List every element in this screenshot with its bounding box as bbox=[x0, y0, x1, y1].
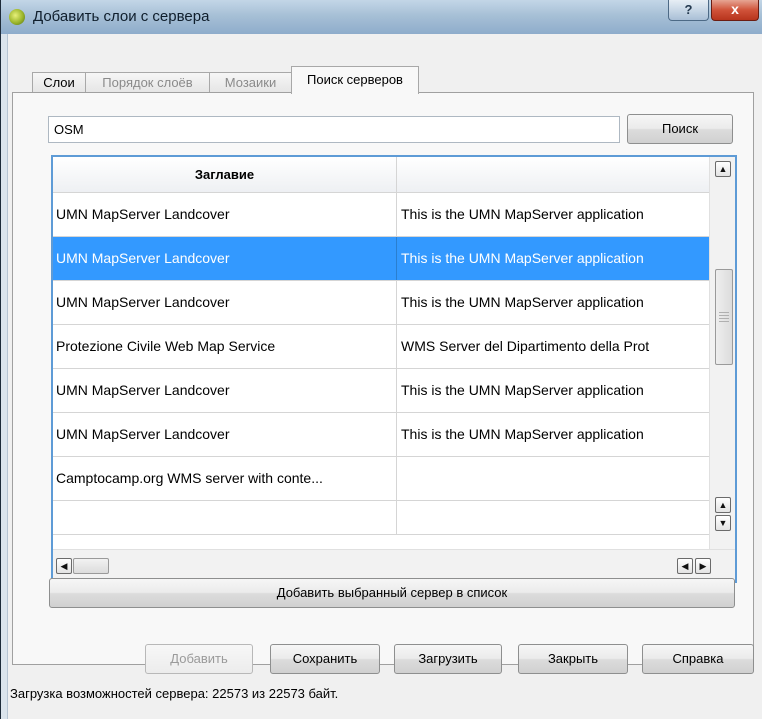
dialog-window: Добавить слои с сервера ? x Слои Порядок… bbox=[0, 0, 762, 719]
table-row[interactable]: UMN MapServer Landcover This is the UMN M… bbox=[53, 369, 709, 413]
table-row[interactable]: UMN MapServer Landcover This is the UMN M… bbox=[53, 413, 709, 457]
title-bar[interactable]: Добавить слои с сервера ? x bbox=[1, 0, 762, 34]
search-input[interactable]: OSM bbox=[48, 116, 620, 143]
table-row[interactable] bbox=[53, 501, 709, 535]
cell-title: UMN MapServer Landcover bbox=[53, 281, 397, 324]
window-title: Добавить слои с сервера bbox=[33, 8, 210, 25]
close-title-button[interactable]: x bbox=[711, 0, 759, 21]
qgis-icon bbox=[9, 9, 25, 25]
column-header-title[interactable]: Заглавие bbox=[53, 157, 397, 193]
arrow-left-icon[interactable]: ◀ bbox=[56, 558, 72, 574]
cell-title: UMN MapServer Landcover bbox=[53, 237, 397, 280]
horizontal-scroll-thumb[interactable] bbox=[73, 558, 109, 574]
cell-description: This is the UMN MapServer application bbox=[397, 237, 709, 280]
cell-title bbox=[53, 501, 397, 535]
cell-description: This is the UMN MapServer application bbox=[401, 426, 644, 442]
cell-title: Camptocamp.org WMS server with conte... bbox=[53, 457, 397, 500]
tab-server-search[interactable]: Поиск серверов bbox=[291, 66, 419, 94]
cell-description: This is the UMN MapServer application bbox=[401, 206, 644, 222]
cell-description: This is the UMN MapServer application bbox=[401, 382, 644, 398]
grip-icon bbox=[719, 312, 729, 322]
cell-description bbox=[397, 457, 709, 500]
help-title-button[interactable]: ? bbox=[668, 0, 709, 21]
cell-title: UMN MapServer Landcover bbox=[53, 193, 397, 236]
arrow-up-icon[interactable]: ▲ bbox=[715, 497, 731, 513]
arrow-down-icon[interactable]: ▼ bbox=[715, 515, 731, 531]
status-text: Загрузка возможностей сервера: 22573 из … bbox=[10, 686, 339, 701]
horizontal-scrollbar[interactable]: ◀ ◀ ▶ bbox=[53, 549, 735, 581]
cell-title: UMN MapServer Landcover bbox=[53, 413, 397, 456]
add-button[interactable]: Добавить bbox=[145, 644, 253, 674]
add-selected-server-button[interactable]: Добавить выбранный сервер в список bbox=[49, 578, 735, 608]
cell-title: Protezione Civile Web Map Service bbox=[53, 325, 397, 368]
server-table: Заглавие UMN MapServer Landcover This is … bbox=[51, 155, 737, 583]
table-row[interactable]: UMN MapServer Landcover This is the UMN M… bbox=[53, 237, 709, 281]
column-header-description[interactable] bbox=[397, 157, 709, 193]
help-button[interactable]: Справка bbox=[642, 644, 754, 674]
tab-tilesets[interactable]: Мозаики bbox=[209, 72, 292, 94]
table-row[interactable]: Protezione Civile Web Map Service WMS Ser… bbox=[53, 325, 709, 369]
tab-layer-order[interactable]: Порядок слоёв bbox=[85, 72, 210, 94]
vertical-scrollbar[interactable]: ▲ ▲ ▼ bbox=[709, 157, 735, 549]
search-button[interactable]: Поиск bbox=[627, 114, 733, 144]
tab-layers[interactable]: Слои bbox=[32, 72, 86, 94]
cell-description: This is the UMN MapServer application bbox=[401, 294, 644, 310]
arrow-left-icon[interactable]: ◀ bbox=[677, 558, 693, 574]
vertical-scroll-thumb[interactable] bbox=[715, 269, 733, 365]
table-row[interactable]: UMN MapServer Landcover This is the UMN M… bbox=[53, 281, 709, 325]
dialog-body: Слои Порядок слоёв Мозаики Поиск серверо… bbox=[8, 34, 762, 719]
cell-description bbox=[397, 501, 709, 535]
load-button[interactable]: Загрузить bbox=[394, 644, 502, 674]
arrow-right-icon[interactable]: ▶ bbox=[695, 558, 711, 574]
save-button[interactable]: Сохранить bbox=[270, 644, 380, 674]
cell-description: WMS Server del Dipartimento della Prot bbox=[401, 338, 650, 354]
close-button[interactable]: Закрыть bbox=[518, 644, 628, 674]
table-row[interactable]: Camptocamp.org WMS server with conte... bbox=[53, 457, 709, 501]
window-border bbox=[1, 34, 8, 719]
table-row[interactable]: UMN MapServer Landcover This is the UMN M… bbox=[53, 193, 709, 237]
arrow-up-icon[interactable]: ▲ bbox=[715, 161, 731, 177]
cell-title: UMN MapServer Landcover bbox=[53, 369, 397, 412]
